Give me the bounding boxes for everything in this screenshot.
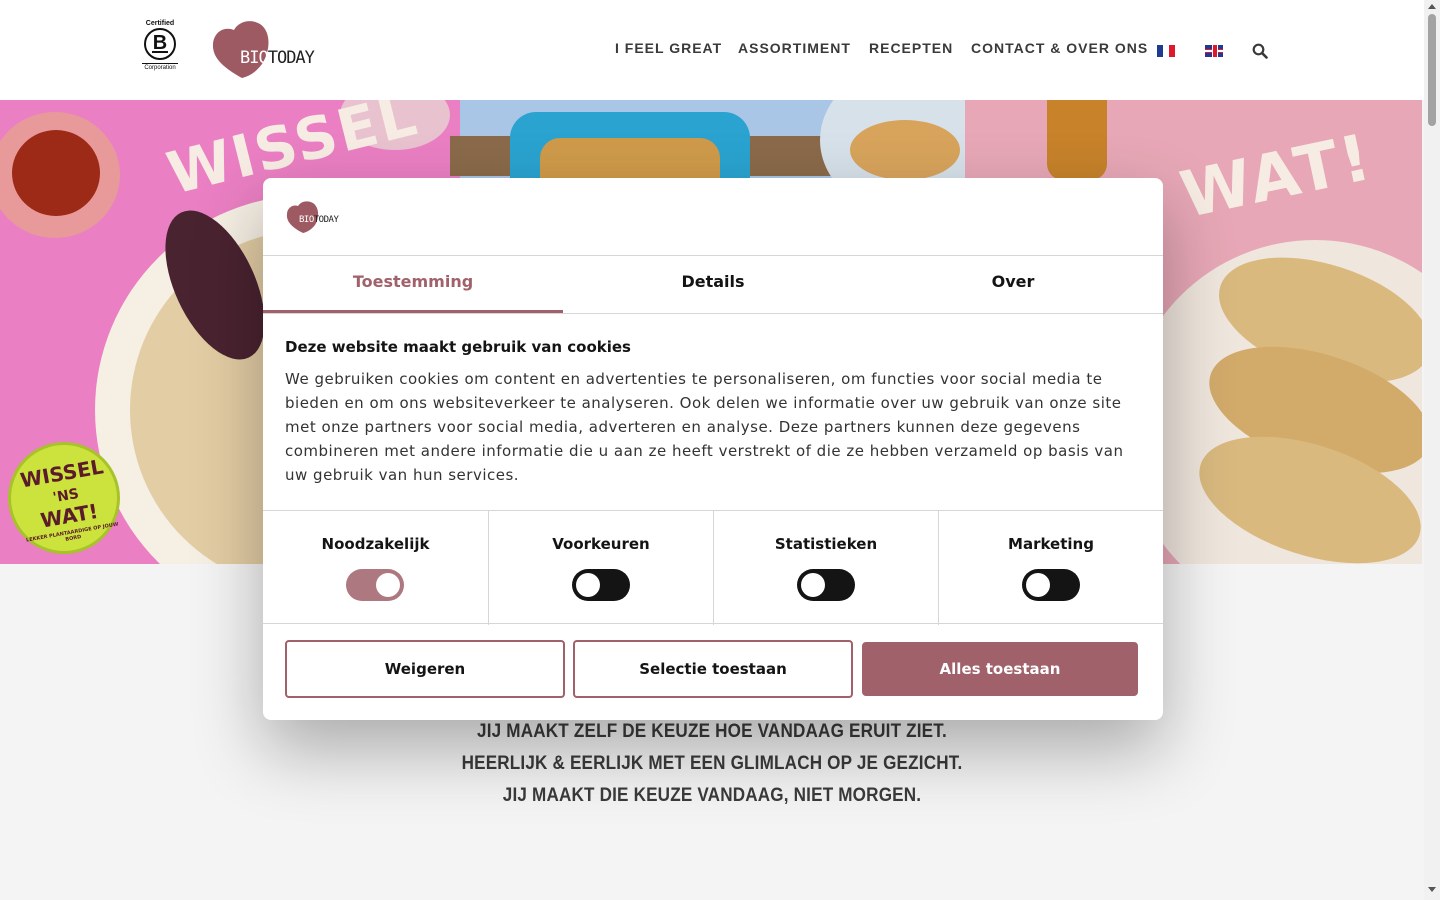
toggle-cell-noodzakelijk: Noodzakelijk <box>263 511 488 625</box>
tagline-line-1: JIJ MAAKT ZELF DE KEUZE HOE VANDAAG ERUI… <box>477 721 947 742</box>
corporation-label: Corporation <box>142 63 178 71</box>
nav-assortiment[interactable]: ASSORTIMENT <box>738 40 851 56</box>
toggle-label-voorkeuren: Voorkeuren <box>552 535 650 553</box>
scroll-up-arrow-icon[interactable] <box>1428 4 1436 9</box>
wissel-ns-wat-badge: WISSEL 'NS WAT! LEKKER PLANTAARDIGE OP J… <box>8 442 120 554</box>
badge-text: WISSEL 'NS WAT! LEKKER PLANTAARDIGE OP J… <box>11 454 123 550</box>
dialog-header: BIOTODAY <box>263 178 1163 256</box>
tab-details[interactable]: Details <box>563 256 863 313</box>
hero-word-wat: WAT! <box>1174 120 1379 234</box>
bottle <box>1047 100 1107 180</box>
dialog-logo-part-today: TODAY <box>313 215 339 225</box>
toggle-knob <box>801 573 825 597</box>
certified-label: Certified <box>145 20 175 27</box>
nav-contact-over-ons[interactable]: CONTACT & OVER ONS <box>971 40 1148 56</box>
tagline-line-2: HEERLIJK & EERLIJK MET EEN GLIMLACH OP J… <box>461 753 963 774</box>
flag-fr-icon[interactable] <box>1157 45 1175 57</box>
tagline: JIJ MAAKT ZELF DE KEUZE HOE VANDAAG ERUI… <box>71 716 1353 812</box>
nav-recepten[interactable]: RECEPTEN <box>869 40 953 56</box>
toggle-label-statistieken: Statistieken <box>774 535 878 553</box>
toggle-cell-marketing: Marketing <box>938 511 1163 625</box>
toggle-voorkeuren[interactable] <box>572 569 630 601</box>
toggle-cell-statistieken: Statistieken <box>713 511 938 625</box>
toggle-statistieken[interactable] <box>797 569 855 601</box>
cookie-consent-dialog: BIOTODAY Toestemming Details Over Deze w… <box>263 178 1163 720</box>
scrollbar-thumb[interactable] <box>1428 14 1436 126</box>
crispy-snack <box>850 120 960 180</box>
tab-over[interactable]: Over <box>863 256 1163 313</box>
dialog-logo-part-bio: BIO <box>299 215 314 225</box>
dialog-body-text: We gebruiken cookies om content en adver… <box>285 370 1124 484</box>
scroll-down-arrow-icon[interactable] <box>1428 887 1436 892</box>
toggle-noodzakelijk[interactable] <box>346 569 404 601</box>
dialog-tabs: Toestemming Details Over <box>263 256 1163 314</box>
toggle-marketing[interactable] <box>1022 569 1080 601</box>
dialog-logo-wordmark: BIOTODAY <box>299 215 339 225</box>
flag-uk-icon[interactable] <box>1205 45 1223 57</box>
reject-button[interactable]: Weigeren <box>285 640 565 698</box>
page-scrollbar[interactable] <box>1424 0 1440 900</box>
dialog-title: Deze website maakt gebruik van cookies <box>285 338 631 356</box>
consent-toggles: Noodzakelijk Voorkeuren Statistieken Mar… <box>263 510 1163 625</box>
nav-i-feel-great[interactable]: I FEEL GREAT <box>615 40 722 56</box>
allow-all-button[interactable]: Alles toestaan <box>862 642 1138 696</box>
allow-selection-button[interactable]: Selectie toestaan <box>573 640 853 698</box>
toggle-label-noodzakelijk: Noodzakelijk <box>321 535 430 553</box>
toggle-knob <box>1026 573 1050 597</box>
tab-toestemming[interactable]: Toestemming <box>263 256 563 313</box>
badge-line-1: WISSEL <box>18 454 106 493</box>
toggle-label-marketing: Marketing <box>1008 535 1094 553</box>
toggle-knob <box>576 573 600 597</box>
toggle-cell-voorkeuren: Voorkeuren <box>488 511 713 625</box>
site-header: Certified B Corporation BIOTODAY I FEEL … <box>0 0 1424 100</box>
tagline-line-3: JIJ MAAKT DIE KEUZE VANDAAG, NIET MORGEN… <box>502 785 922 806</box>
search-icon[interactable] <box>1252 43 1268 59</box>
dialog-bio-today-logo: BIOTODAY <box>285 200 339 234</box>
chili-oil <box>12 130 100 216</box>
toggle-knob <box>376 573 400 597</box>
